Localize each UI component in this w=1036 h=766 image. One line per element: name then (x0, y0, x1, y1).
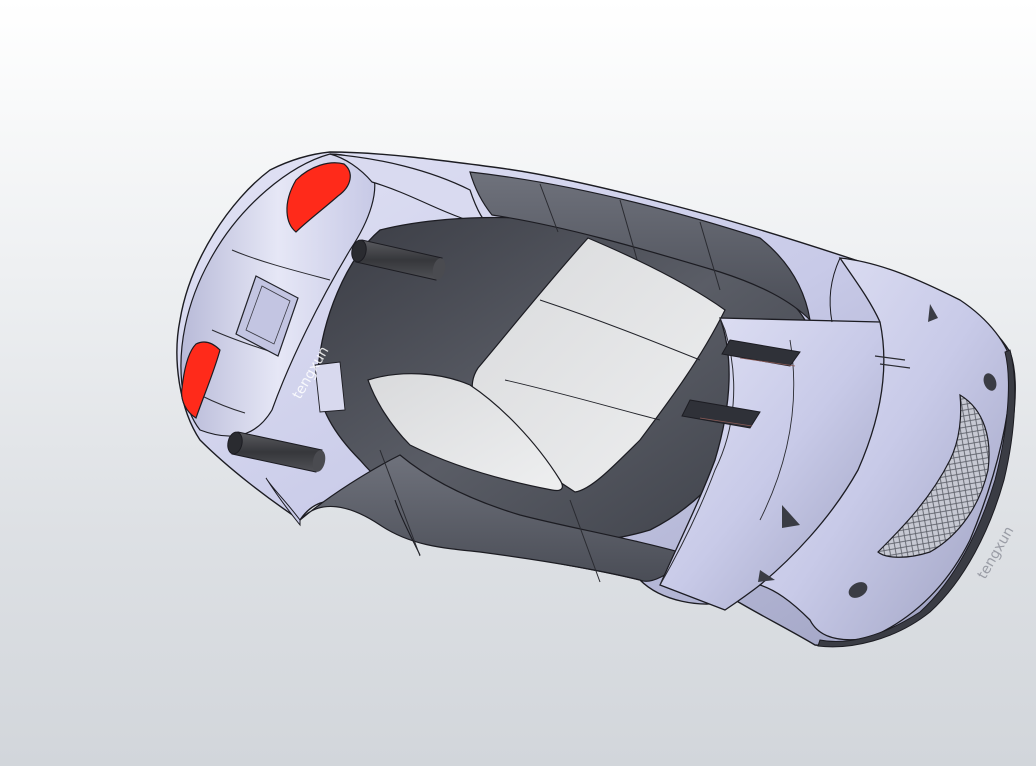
cad-3d-viewport[interactable]: tengxun tengxun (0, 0, 1036, 766)
car-body-model[interactable]: tengxun tengxun (0, 0, 1036, 766)
